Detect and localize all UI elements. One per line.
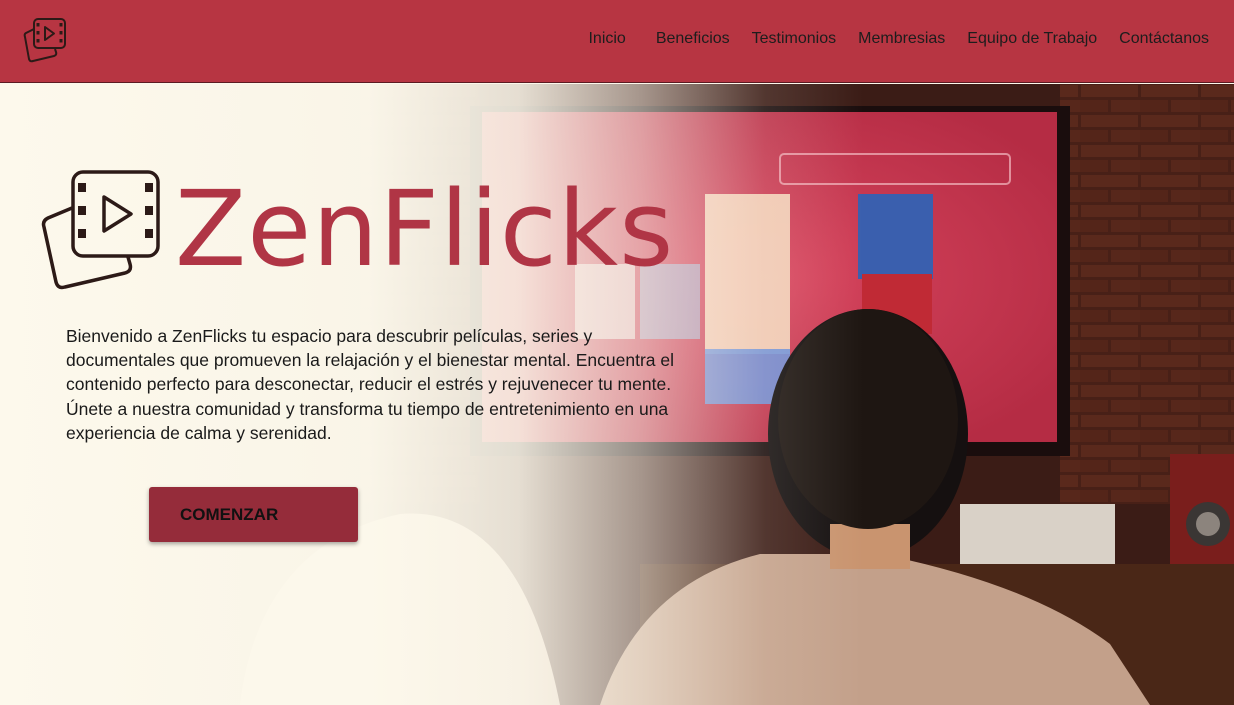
nav-link-beneficios[interactable]: Beneficios	[656, 30, 730, 52]
nav-link-contactanos[interactable]: Contáctanos	[1119, 30, 1209, 52]
film-frames-icon	[41, 170, 160, 290]
hero-section: ZenFlicks Bienvenido a ZenFlicks tu espa…	[0, 84, 1234, 705]
brand-name: ZenFlicks	[175, 168, 675, 290]
comenzar-button[interactable]: COMENZAR	[149, 487, 358, 542]
film-frames-icon[interactable]	[23, 16, 69, 64]
nav-link-equipo[interactable]: Equipo de Trabajo	[967, 30, 1097, 52]
nav-link-testimonios[interactable]: Testimonios	[752, 30, 836, 52]
nav-link-inicio[interactable]: Inicio	[588, 30, 625, 52]
main-nav: Inicio Beneficios Testimonios Membresias…	[566, 30, 1209, 52]
hero-description: Bienvenido a ZenFlicks tu espacio para d…	[66, 326, 674, 443]
nav-link-membresias[interactable]: Membresias	[858, 30, 945, 52]
navbar: Inicio Beneficios Testimonios Membresias…	[0, 0, 1234, 83]
